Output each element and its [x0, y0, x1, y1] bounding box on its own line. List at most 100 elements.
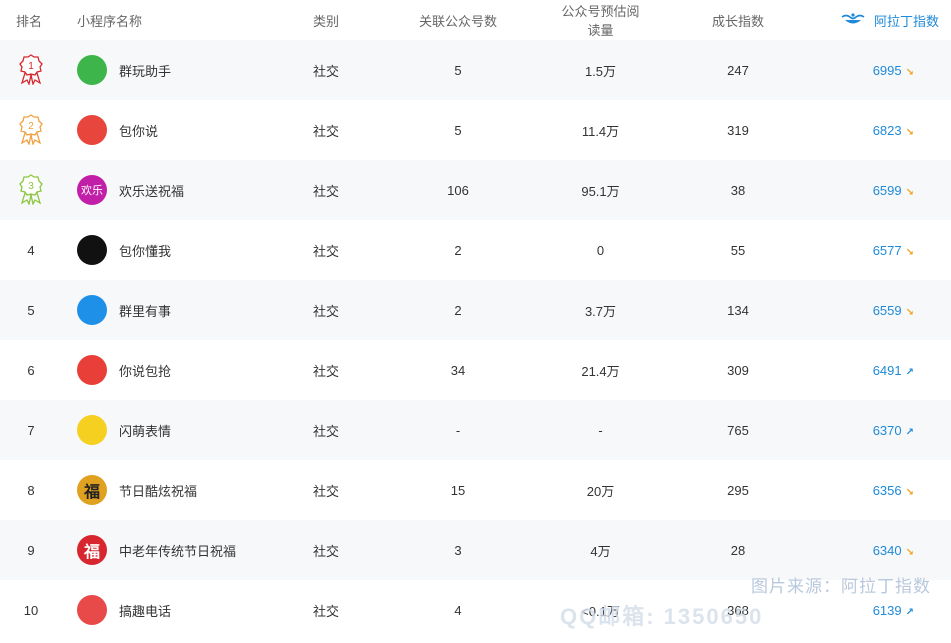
app-name[interactable]: 群玩助手 [119, 61, 171, 80]
growth-cell: 295 [727, 482, 749, 498]
index-cell[interactable]: 6559 ↘ [833, 303, 951, 318]
watermark-email: QQ邮箱: 1350650 [560, 604, 764, 629]
app-name-cell[interactable]: 包你说 [62, 115, 298, 145]
watermark-source: 图片来源：阿拉丁指数 [751, 577, 931, 596]
category-cell: 社交 [313, 183, 340, 199]
index-value[interactable]: 6995 [873, 63, 902, 78]
app-name[interactable]: 包你懂我 [119, 241, 171, 260]
index-cell[interactable]: 6491 ↗ [833, 363, 951, 378]
trend-down-icon: ↘ [905, 546, 914, 558]
est-reads-cell: 4万 [590, 543, 611, 559]
rank-cell: 3 [0, 173, 62, 208]
table-row[interactable]: 8 福节日酷炫祝福 社交 15 20万 295 6356 ↘ [0, 460, 951, 520]
growth-cell: 247 [727, 62, 749, 78]
header-category: 类别 [313, 13, 340, 29]
app-name[interactable]: 包你说 [119, 121, 158, 140]
rank-number: 7 [27, 422, 35, 438]
index-value[interactable]: 6577 [873, 243, 902, 258]
index-cell[interactable]: 6599 ↘ [833, 183, 951, 198]
app-name-cell[interactable]: 闪萌表情 [62, 415, 298, 445]
index-cell[interactable]: 6995 ↘ [833, 63, 951, 78]
rank-number: 4 [27, 242, 35, 258]
category-cell: 社交 [313, 123, 340, 139]
trend-up-icon: ↗ [905, 366, 914, 378]
app-name-cell[interactable]: 欢乐 欢乐送祝福 [62, 175, 298, 205]
trend-down-icon: ↘ [905, 486, 914, 498]
category-cell: 社交 [313, 363, 340, 379]
app-name[interactable]: 闪萌表情 [119, 421, 171, 440]
medal-number: 2 [28, 121, 34, 132]
linked-accounts-cell: 106 [447, 182, 469, 198]
app-name-cell[interactable]: 福节日酷炫祝福 [62, 475, 298, 505]
table-row[interactable]: 2 包你说 社交 5 11.4万 319 6823 ↘ [0, 100, 951, 160]
trend-up-icon: ↗ [905, 606, 914, 618]
growth-cell: 28 [730, 542, 746, 558]
index-value[interactable]: 6823 [873, 123, 902, 138]
table-row[interactable]: 3 欢乐 欢乐送祝福 社交 106 95.1万 38 6599 ↘ [0, 160, 951, 220]
header-index[interactable]: 阿拉丁指数 [833, 11, 951, 30]
table-row[interactable]: 5 群里有事 社交 2 3.7万 134 6559 ↘ [0, 280, 951, 340]
app-name[interactable]: 你说包抢 [119, 361, 171, 380]
linked-accounts-cell: 5 [454, 62, 462, 78]
app-icon [77, 115, 107, 145]
app-icon [77, 55, 107, 85]
rank-cell: 6 [0, 363, 62, 378]
index-cell[interactable]: 6356 ↘ [833, 483, 951, 498]
app-name-cell[interactable]: 你说包抢 [62, 355, 298, 385]
category-cell: 社交 [313, 543, 340, 559]
index-value[interactable]: 6370 [873, 423, 902, 438]
app-name-cell[interactable]: 包你懂我 [62, 235, 298, 265]
est-reads-cell: 21.4万 [581, 363, 620, 379]
app-name[interactable]: 群里有事 [119, 301, 171, 320]
linked-accounts-cell: 4 [454, 602, 462, 618]
rank-cell: 7 [0, 423, 62, 438]
table-row[interactable]: 9 福中老年传统节日祝福 社交 3 4万 28 6340 ↘ [0, 520, 951, 580]
rank-cell: 1 [0, 53, 62, 88]
rank-cell: 10 [0, 603, 62, 618]
index-value[interactable]: 6559 [873, 303, 902, 318]
trend-down-icon: ↘ [905, 66, 914, 78]
index-value[interactable]: 6356 [873, 483, 902, 498]
app-name-cell[interactable]: 搞趣电话 [62, 595, 298, 625]
table-row[interactable]: 1 群玩助手 社交 5 1.5万 247 6995 ↘ [0, 40, 951, 100]
linked-accounts-cell: 2 [454, 242, 462, 258]
linked-accounts-cell: 3 [454, 542, 462, 558]
index-cell[interactable]: 6340 ↘ [833, 543, 951, 558]
rank-cell: 2 [0, 113, 62, 148]
category-cell: 社交 [313, 603, 340, 619]
app-name-cell[interactable]: 福中老年传统节日祝福 [62, 535, 298, 565]
table-row[interactable]: 4 包你懂我 社交 2 0 55 6577 ↘ [0, 220, 951, 280]
index-value[interactable]: 6491 [873, 363, 902, 378]
app-name[interactable]: 中老年传统节日祝福 [119, 541, 236, 560]
table-row[interactable]: 6 你说包抢 社交 34 21.4万 309 6491 ↗ [0, 340, 951, 400]
index-cell[interactable]: 6139 ↗ [833, 603, 951, 618]
est-reads-cell: 1.5万 [584, 63, 617, 79]
index-cell[interactable]: 6370 ↗ [833, 423, 951, 438]
index-cell[interactable]: 6823 ↘ [833, 123, 951, 138]
app-name-cell[interactable]: 群里有事 [62, 295, 298, 325]
index-value[interactable]: 6340 [873, 543, 902, 558]
trend-down-icon: ↘ [905, 126, 914, 138]
app-name-cell[interactable]: 群玩助手 [62, 55, 298, 85]
category-cell: 社交 [313, 303, 340, 319]
app-icon [77, 235, 107, 265]
app-icon: 福 [77, 535, 107, 565]
header-name: 小程序名称 [77, 13, 143, 29]
medal-number: 3 [28, 181, 34, 192]
app-icon [77, 295, 107, 325]
app-name[interactable]: 欢乐送祝福 [119, 181, 184, 200]
index-value[interactable]: 6139 [873, 603, 902, 618]
trend-down-icon: ↘ [905, 306, 914, 318]
table-row[interactable]: 7 闪萌表情 社交 - - 765 6370 ↗ [0, 400, 951, 460]
app-name[interactable]: 节日酷炫祝福 [119, 481, 197, 500]
linked-accounts-cell: 2 [454, 302, 462, 318]
growth-cell: 38 [730, 182, 746, 198]
header-linked-accounts: 关联公众号数 [418, 13, 497, 29]
index-cell[interactable]: 6577 ↘ [833, 243, 951, 258]
app-icon [77, 415, 107, 445]
app-icon [77, 355, 107, 385]
medal-number: 1 [28, 61, 34, 72]
index-value[interactable]: 6599 [873, 183, 902, 198]
app-name[interactable]: 搞趣电话 [119, 601, 171, 620]
rank-number: 9 [27, 542, 35, 558]
